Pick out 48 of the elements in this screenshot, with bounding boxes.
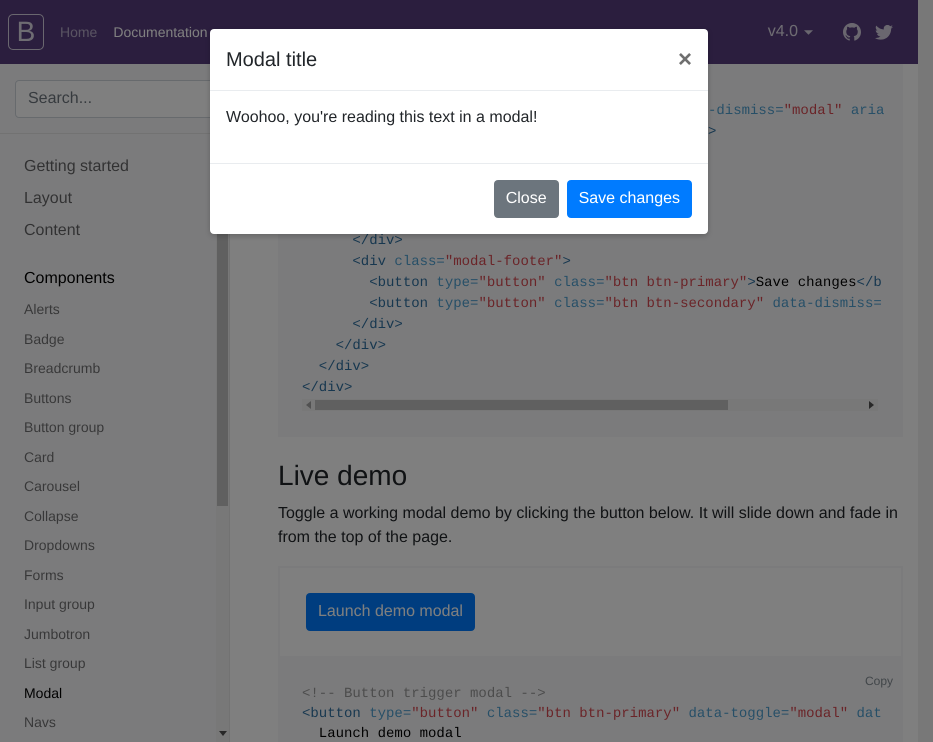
left-arrow-icon[interactable] bbox=[306, 401, 311, 409]
sidebar-item[interactable]: List group bbox=[24, 649, 216, 678]
code-line: </div> bbox=[351, 316, 403, 335]
sidebar-item[interactable]: Breadcrumb bbox=[24, 354, 216, 384]
modal-title: Modal title bbox=[226, 48, 318, 72]
copy-button[interactable]: Copy bbox=[864, 674, 893, 688]
version-dropdown[interactable]: v4.0 bbox=[768, 23, 813, 41]
down-arrow-icon[interactable] bbox=[219, 731, 227, 736]
code-line: </div> bbox=[302, 379, 352, 398]
code-line: </div> bbox=[334, 337, 386, 356]
logo[interactable]: B bbox=[8, 14, 44, 50]
description: Toggle a working modal demo by clicking the button below. It will slide down and fade in from the top of the page. bbox=[278, 504, 899, 548]
sidebar-item[interactable]: Jumbotron bbox=[24, 620, 216, 649]
close-button[interactable]: Close bbox=[494, 180, 559, 218]
sidebar-item[interactable]: Card bbox=[24, 442, 216, 472]
sidebar-item[interactable]: Input group bbox=[24, 590, 216, 620]
sidebar-item[interactable]: Modal bbox=[24, 678, 216, 708]
modal-text: Woohoo, you're reading this text in a modal! bbox=[225, 108, 538, 128]
code-line: Launch demo modal bbox=[318, 725, 462, 742]
code-line: <button type="button" class="btn btn-primary" data-toggle="modal" dat bbox=[302, 705, 882, 724]
sidebar-item[interactable]: Forms bbox=[24, 560, 216, 590]
sidebar-item[interactable]: Carousel bbox=[24, 472, 216, 502]
sidebar-item[interactable]: Alerts bbox=[24, 295, 216, 324]
sidebar-item[interactable]: Button group bbox=[24, 413, 216, 442]
caret-icon bbox=[804, 30, 813, 34]
code-line: <button type="button" class="btn btn-primary">Save changes</b bbox=[368, 274, 882, 293]
sidebar-item[interactable]: Collapse bbox=[24, 502, 216, 531]
scrollbar-track[interactable] bbox=[918, 0, 933, 742]
code-line: -dismiss="modal" aria bbox=[708, 102, 884, 121]
bird-icon[interactable] bbox=[875, 24, 893, 40]
sidebar-item[interactable]: Buttons bbox=[24, 384, 216, 413]
code-line: > bbox=[708, 123, 716, 142]
sidebar-item[interactable]: Navs bbox=[24, 708, 216, 738]
sidebar-link[interactable]: Components bbox=[24, 263, 216, 295]
code-line: <div class="modal-footer"> bbox=[351, 253, 571, 272]
code-line: </div> bbox=[318, 358, 370, 377]
launch-button[interactable]: Launch demo modal bbox=[306, 593, 475, 631]
code-line: <button type="button" class="btn btn-secondary" data-dismiss= bbox=[368, 295, 882, 314]
github-icon[interactable] bbox=[843, 23, 861, 41]
sidebar-item[interactable]: Dropdowns bbox=[24, 531, 216, 560]
right-arrow-icon[interactable] bbox=[869, 401, 874, 409]
section-heading: Live demo bbox=[278, 459, 408, 493]
scrollbar-track[interactable] bbox=[302, 399, 878, 411]
close-button[interactable]: × bbox=[678, 48, 692, 72]
code-line: </div> bbox=[351, 232, 403, 251]
sidebar-item[interactable]: Badge bbox=[24, 324, 216, 354]
save-button[interactable]: Save changes bbox=[566, 180, 692, 218]
scrollbar-thumb[interactable] bbox=[315, 400, 728, 410]
